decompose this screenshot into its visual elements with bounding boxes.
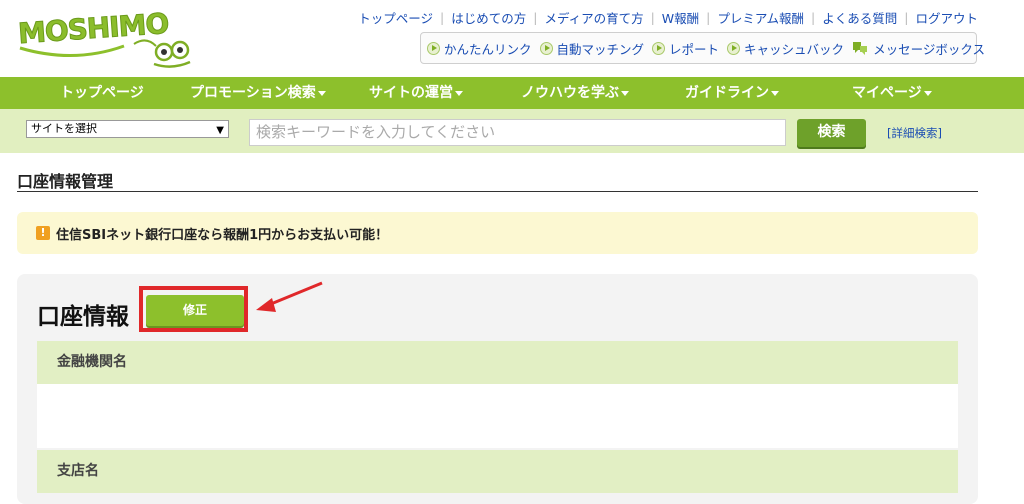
nav-item-site-management[interactable]: サイトの運営 [369, 77, 463, 109]
quick-link-cashback[interactable]: キャッシュバック [727, 39, 844, 58]
caret-down-icon [621, 90, 629, 96]
highlight-box [139, 286, 248, 332]
caret-down-icon [923, 90, 932, 96]
caret-down-icon [771, 90, 779, 96]
top-link-faq[interactable]: よくある質問 [822, 8, 897, 27]
play-icon [427, 41, 440, 55]
warning-icon: ! [36, 226, 50, 240]
top-link-logout[interactable]: ログアウト [915, 8, 978, 27]
play-icon [539, 41, 553, 55]
notice-banner: ! 住信SBIネット銀行口座なら報酬1円からお支払い可能！ [17, 212, 978, 254]
quick-link-report[interactable]: レポート [652, 39, 719, 58]
field-value-bank-name [37, 384, 958, 448]
search-bar: サイトを選択 ▼ 検索キーワードを入力してください 検索 [詳細検索] [0, 109, 1024, 153]
site-select[interactable]: サイトを選択 ▼ [26, 120, 229, 138]
field-label-bank-name: 金融機関名 [37, 341, 958, 384]
quick-link-auto-matching[interactable]: 自動マッチング [539, 39, 644, 58]
play-icon [727, 41, 741, 55]
top-link-home[interactable]: トップページ [358, 8, 433, 27]
moshimo-logo[interactable]: MOSHIMO [14, 6, 194, 72]
page-title: 口座情報管理 [17, 172, 114, 191]
top-link-media[interactable]: メディアの育て方 [544, 8, 643, 27]
message-box-icon [853, 42, 868, 55]
caret-down-icon [455, 90, 463, 96]
main-nav: トップページ プロモーション検索 サイトの運営 ノウハウを学ぶ ガイドライン マ… [0, 77, 1024, 109]
title-divider [17, 191, 978, 192]
top-link-w-reward[interactable]: W報酬 [662, 8, 699, 27]
nav-item-promotion-search[interactable]: プロモーション検索 [190, 77, 326, 109]
advanced-search-link[interactable]: [詳細検索] [887, 125, 942, 141]
search-button[interactable]: 検索 [797, 119, 866, 147]
section-title: 口座情報 [37, 304, 129, 330]
nav-item-mypage[interactable]: マイページ [852, 77, 932, 109]
red-arrow-icon [256, 281, 323, 312]
quick-link-message-box[interactable]: メッセージボックス [852, 39, 985, 58]
quick-link-easy-link[interactable]: かんたんリンク [427, 39, 532, 58]
chevron-down-icon: ▼ [216, 125, 224, 136]
nav-item-guidelines[interactable]: ガイドライン [685, 77, 779, 109]
caret-down-icon [317, 90, 326, 96]
quick-links-box: かんたんリンク 自動マッチング レポート キャッシュバック メッセージボックス [420, 32, 985, 64]
nav-item-home[interactable]: トップページ [60, 77, 144, 109]
nav-item-knowhow[interactable]: ノウハウを学ぶ [521, 77, 629, 109]
top-link-premium[interactable]: プレミアム報酬 [717, 8, 804, 27]
top-link-beginners[interactable]: はじめての方 [451, 8, 526, 27]
field-label-branch-name: 支店名 [37, 450, 958, 493]
play-icon [652, 41, 666, 55]
top-links: トップページ | はじめての方 | メディアの育て方 | W報酬 | プレミアム報酬 | … [358, 8, 978, 27]
search-input[interactable]: 検索キーワードを入力してください [249, 119, 786, 146]
